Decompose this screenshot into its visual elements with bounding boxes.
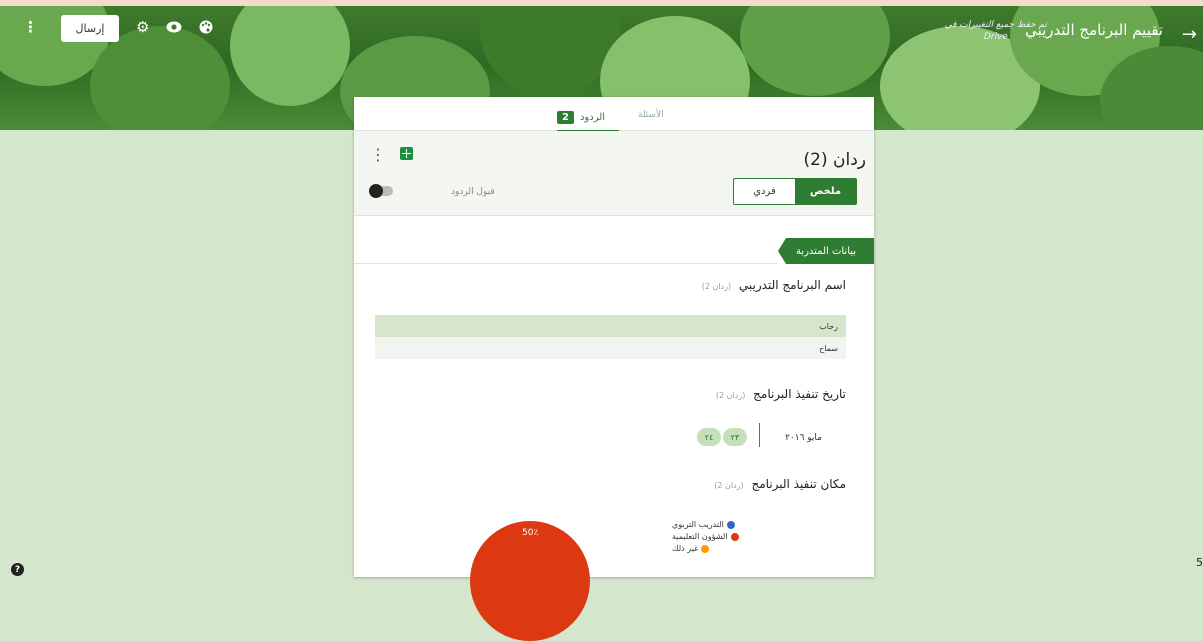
answer-row: سماح — [375, 337, 846, 359]
date-month-label: مايو ٢٠١٦ — [785, 433, 822, 443]
responses-count-title: ردان (2) — [803, 150, 867, 170]
date-day-chip: ٢٣ — [723, 428, 747, 446]
tab-responses-label: الردود — [579, 111, 606, 123]
leaf-decoration — [480, 6, 620, 96]
legend-dot-icon — [730, 532, 739, 541]
palette-icon[interactable] — [199, 20, 213, 37]
more-vert-icon[interactable]: ⋮ — [23, 20, 38, 35]
edge-number: 5 — [1196, 556, 1203, 569]
legend-dot-icon — [701, 544, 710, 553]
individual-view-button[interactable]: فردي — [734, 179, 795, 204]
question-title: اسم البرنامج التدريبي (ردان 2) — [701, 278, 846, 292]
legend-item: غير ذلك — [672, 544, 710, 553]
form-title[interactable]: تقييم البرنامج التدريبي — [1025, 21, 1163, 39]
responses-more-icon[interactable]: ⋮ — [370, 145, 386, 164]
leaf-decoration — [230, 6, 350, 106]
preview-eye-icon[interactable] — [166, 21, 182, 36]
responses-count-badge: 2 — [557, 110, 574, 124]
summary-view-button[interactable]: ملخص — [795, 179, 856, 204]
pie-chart-slice — [470, 521, 590, 641]
create-spreadsheet-icon[interactable] — [400, 147, 413, 160]
accepting-responses-toggle[interactable] — [369, 184, 393, 198]
section-header: بيانات المتدربة — [778, 238, 874, 264]
pie-slice-label: 50٪ — [522, 528, 539, 538]
view-mode-toggle: ملخص فردي — [733, 178, 857, 205]
response-count: (ردان 2) — [701, 282, 732, 291]
section-divider — [354, 263, 778, 264]
response-count: (ردان 2) — [715, 391, 746, 400]
accepting-responses-label: قبول الردود — [451, 187, 495, 197]
back-arrow-icon[interactable]: → — [1182, 24, 1197, 45]
help-icon[interactable]: ? — [11, 563, 24, 576]
settings-icon[interactable]: ⚙ — [136, 20, 149, 35]
question-title: مكان تنفيذ البرنامج (ردان 2) — [714, 477, 846, 491]
send-button[interactable]: إرسال — [61, 15, 119, 42]
responses-card: الردود 2 الأسئلة ⋮ ردان (2) ملخص فردي قب… — [354, 97, 874, 641]
response-count: (ردان 2) — [714, 481, 744, 490]
legend-item: التدريب التربوي — [672, 520, 735, 529]
responses-header: ⋮ ردان (2) ملخص فردي قبول الردود — [354, 131, 874, 216]
tab-responses[interactable]: الردود 2 — [557, 104, 619, 132]
answer-row: رحاب — [375, 315, 846, 337]
tab-bar: الردود 2 الأسئلة — [354, 97, 874, 132]
legend-dot-icon — [726, 520, 735, 529]
date-day-chip: ٢٤ — [697, 428, 721, 446]
form-title-area: تقييم البرنامج التدريبي — [1025, 20, 1163, 39]
legend-item: الشؤون التعليمية — [672, 532, 739, 541]
leaf-decoration — [740, 6, 890, 96]
date-separator — [759, 423, 760, 447]
question-title: تاريخ تنفيذ البرنامج (ردان 2) — [715, 387, 846, 401]
tab-questions[interactable]: الأسئلة — [638, 110, 664, 120]
toggle-knob — [369, 184, 383, 198]
